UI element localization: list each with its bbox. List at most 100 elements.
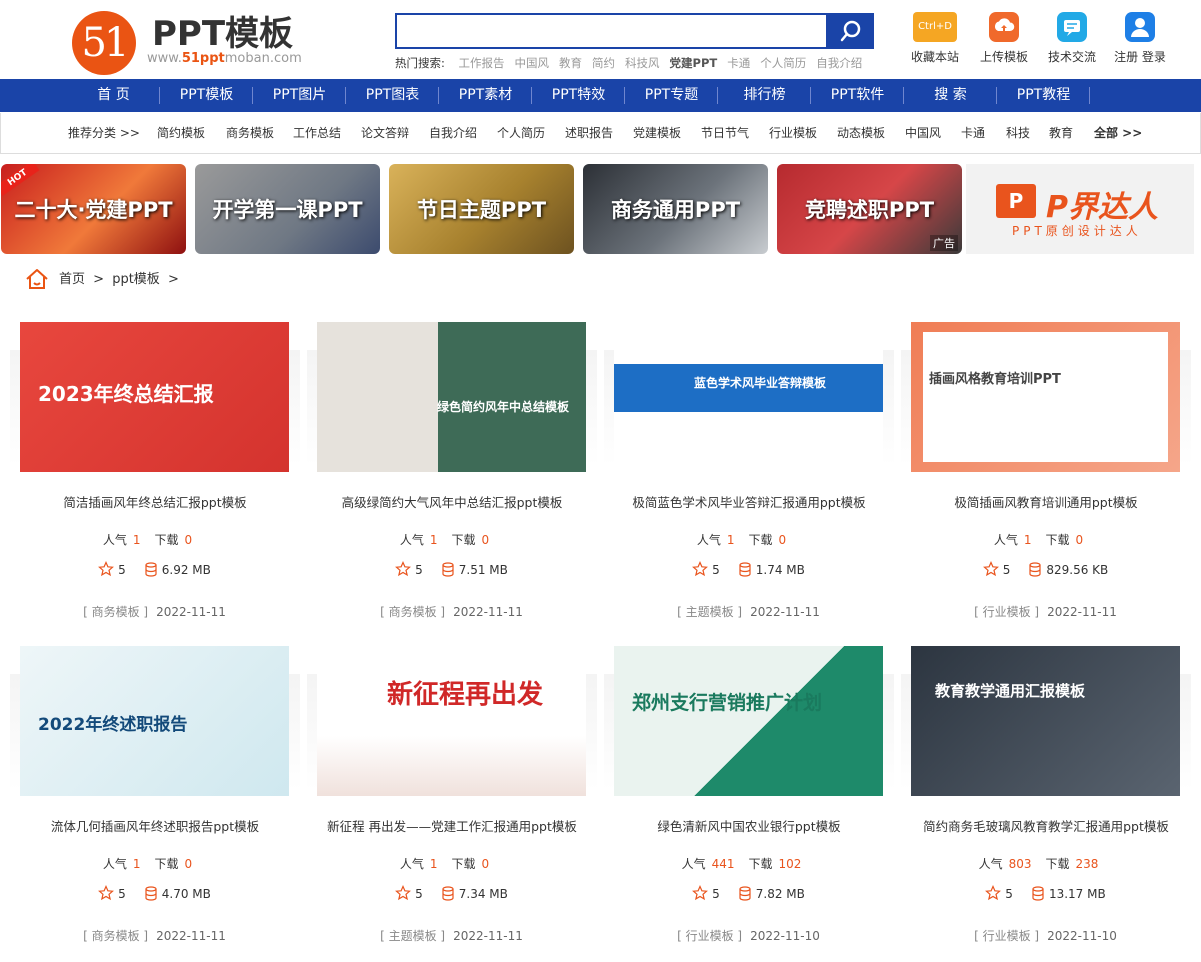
nav-item-charts[interactable]: PPT图表 (346, 79, 439, 112)
nav-item-materials[interactable]: PPT素材 (439, 79, 532, 112)
category-item[interactable]: 论文答辩 (361, 113, 409, 154)
hot-search-word[interactable]: 卡通 (727, 56, 750, 70)
hot-search-word[interactable]: 个人简历 (760, 56, 806, 70)
banner-party-building[interactable]: HOT 二十大·党建PPT (1, 164, 186, 254)
banner-label: 商务通用PPT (610, 198, 741, 222)
template-category[interactable]: [ 主题模板 ] (677, 605, 742, 619)
template-thumbnail[interactable]: 教育教学通用汇报模板 (911, 646, 1180, 796)
template-thumbnail[interactable]: 2023年终总结汇报 (20, 322, 289, 472)
category-item[interactable]: 科技 (1006, 113, 1030, 154)
template-category[interactable]: [ 商务模板 ] (83, 605, 148, 619)
template-footer: [ 主题模板 ] 2022-11-11 (317, 927, 586, 944)
bookmark-link[interactable]: Ctrl+D 收藏本站 (900, 12, 970, 65)
template-category[interactable]: [ 行业模板 ] (677, 929, 742, 943)
category-item[interactable]: 自我介绍 (429, 113, 477, 154)
ad-banner-pjie[interactable]: P P界达人 PPT原创设计达人 (966, 164, 1194, 254)
thumbnail-text: 2023年终总结汇报 (38, 382, 214, 406)
template-footer: [ 商务模板 ] 2022-11-11 (317, 603, 586, 620)
template-title[interactable]: 高级绿简约大气风年中总结汇报ppt模板 (307, 492, 597, 511)
template-thumbnail[interactable]: 蓝色学术风毕业答辩模板 (614, 322, 883, 472)
nav-item-effects[interactable]: PPT特效 (532, 79, 625, 112)
category-recommend[interactable]: 推荐分类 >> (68, 113, 140, 154)
upload-link[interactable]: 上传模板 (969, 12, 1039, 65)
template-category[interactable]: [ 行业模板 ] (974, 605, 1039, 619)
template-card[interactable]: 绿色简约风年中总结模板 高级绿简约大气风年中总结汇报ppt模板 人气 1 下载 0 5 7.5… (307, 322, 597, 640)
template-card[interactable]: 新征程再出发 新征程 再出发——党建工作汇报通用ppt模板 人气 1 下载 0 5 7.34 … (307, 646, 597, 962)
template-card[interactable]: 2022年终述职报告 流体几何插画风年终述职报告ppt模板 人气 1 下载 0 5 4.70 … (10, 646, 300, 962)
banner-festival[interactable]: 节日主题PPT (389, 164, 574, 254)
nav-item-topics[interactable]: PPT专题 (625, 79, 718, 112)
nav-item-home[interactable]: 首 页 (67, 79, 160, 112)
banner-business[interactable]: 商务通用PPT (583, 164, 768, 254)
site-logo[interactable]: 51 PPT模板 www.51pptmoban.com (72, 8, 312, 75)
category-item[interactable]: 行业模板 (769, 113, 817, 154)
breadcrumb-current[interactable]: ppt模板 (112, 272, 160, 287)
template-title[interactable]: 流体几何插画风年终述职报告ppt模板 (10, 816, 300, 835)
template-category[interactable]: [ 主题模板 ] (380, 929, 445, 943)
template-card[interactable]: 教育教学通用汇报模板简约商务毛玻璃风教育教学汇报通用ppt模板 人气 803 下载 23… (901, 646, 1191, 962)
category-item[interactable]: 个人简历 (497, 113, 545, 154)
template-thumbnail[interactable]: 绿色简约风年中总结模板 (317, 322, 586, 472)
search-button[interactable] (828, 13, 874, 49)
template-category[interactable]: [ 商务模板 ] (83, 929, 148, 943)
category-item[interactable]: 节日节气 (701, 113, 749, 154)
template-title[interactable]: 简约商务毛玻璃风教育教学汇报通用ppt模板 (901, 816, 1191, 835)
category-item[interactable]: 工作总结 (293, 113, 341, 154)
main-nav: 首 页 PPT模板 PPT图片 PPT图表 PPT素材 PPT特效 PPT专题 … (0, 79, 1201, 112)
template-thumbnail[interactable]: 插画风格教育培训PPT (911, 322, 1180, 472)
template-title[interactable]: 极简蓝色学术风毕业答辩汇报通用ppt模板 (604, 492, 894, 511)
banner-competition[interactable]: 竞聘述职PPT 广告 (777, 164, 962, 254)
popularity-count: 1 (132, 533, 141, 547)
template-title[interactable]: 新征程 再出发——党建工作汇报通用ppt模板 (307, 816, 597, 835)
template-stats: 人气 803 下载 238 (911, 855, 1180, 872)
nav-item-search[interactable]: 搜 索 (904, 79, 997, 112)
category-item[interactable]: 党建模板 (633, 113, 681, 154)
template-title[interactable]: 简洁插画风年终总结汇报ppt模板 (10, 492, 300, 511)
hot-search-word[interactable]: 教育 (559, 56, 582, 70)
home-icon[interactable] (24, 267, 50, 291)
category-all[interactable]: 全部 >> (1094, 113, 1142, 154)
hot-search-word[interactable]: 简约 (592, 56, 615, 70)
database-icon (1028, 562, 1042, 580)
file-size: 4.70 MB (161, 887, 211, 901)
category-item[interactable]: 卡通 (961, 113, 985, 154)
thumbnail-text: 新征程再出发 (387, 680, 544, 710)
template-thumbnail[interactable]: 郑州支行营销推广计划 (614, 646, 883, 796)
search-input[interactable] (395, 13, 828, 49)
downloads-count: 0 (481, 533, 490, 547)
hot-search-word[interactable]: 科技风 (625, 56, 660, 70)
logo-sub-prefix: www. (147, 51, 182, 66)
template-card[interactable]: 郑州支行营销推广计划 绿色清新风中国农业银行ppt模板 人气 441 下载 102 5 7.8… (604, 646, 894, 962)
hot-search-word[interactable]: 自我介绍 (816, 56, 862, 70)
banner-school-start[interactable]: 开学第一课PPT (195, 164, 380, 254)
template-date: 2022-11-11 (453, 605, 523, 619)
category-item[interactable]: 动态模板 (837, 113, 885, 154)
category-item[interactable]: 商务模板 (226, 113, 274, 154)
template-category[interactable]: [ 行业模板 ] (974, 929, 1039, 943)
login-link[interactable]: 注册 登录 (1105, 12, 1175, 65)
template-card[interactable]: 插画风格教育培训PPT 极简插画风教育培训通用ppt模板 人气 1 下载 0 5 829.56… (901, 322, 1191, 640)
nav-item-software[interactable]: PPT软件 (811, 79, 904, 112)
template-card[interactable]: 2023年终总结汇报 简洁插画风年终总结汇报ppt模板 人气 1 下载 0 5 6.92 MB… (10, 322, 300, 640)
nav-item-templates[interactable]: PPT模板 (160, 79, 253, 112)
nav-item-ranking[interactable]: 排行榜 (718, 79, 811, 112)
template-date: 2022-11-11 (156, 929, 226, 943)
breadcrumb-home[interactable]: 首页 (59, 272, 85, 287)
popularity-label: 人气 (696, 533, 721, 547)
template-title[interactable]: 极简插画风教育培训通用ppt模板 (901, 492, 1191, 511)
nav-item-images[interactable]: PPT图片 (253, 79, 346, 112)
category-item[interactable]: 教育 (1049, 113, 1073, 154)
template-category[interactable]: [ 商务模板 ] (380, 605, 445, 619)
nav-item-tutorials[interactable]: PPT教程 (997, 79, 1090, 112)
hot-search-word[interactable]: 党建PPT (670, 56, 718, 70)
template-card[interactable]: 蓝色学术风毕业答辩模板 极简蓝色学术风毕业答辩汇报通用ppt模板 人气 1 下载 0 5 1.… (604, 322, 894, 640)
category-item[interactable]: 述职报告 (565, 113, 613, 154)
category-item[interactable]: 简约模板 (157, 113, 205, 154)
template-thumbnail[interactable]: 新征程再出发 (317, 646, 586, 796)
category-item[interactable]: 中国风 (905, 113, 941, 154)
chat-link[interactable]: 技术交流 (1037, 12, 1107, 65)
hot-search-word[interactable]: 工作报告 (459, 56, 505, 70)
template-thumbnail[interactable]: 2022年终述职报告 (20, 646, 289, 796)
hot-search-word[interactable]: 中国风 (515, 56, 550, 70)
template-title[interactable]: 绿色清新风中国农业银行ppt模板 (604, 816, 894, 835)
